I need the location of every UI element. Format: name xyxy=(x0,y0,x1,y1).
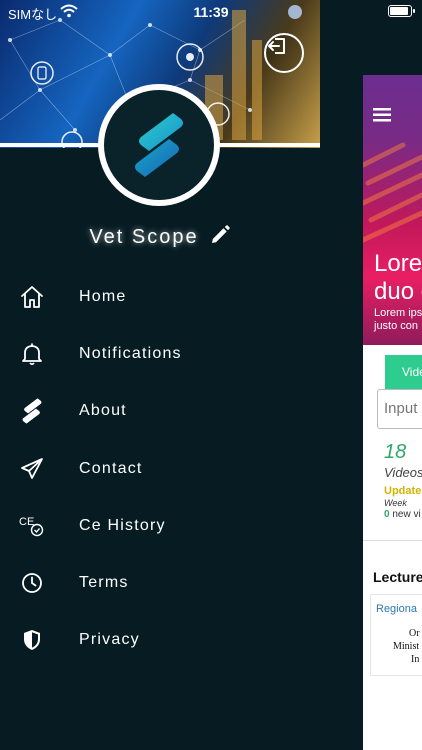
menu-item-label: Home xyxy=(79,287,127,305)
menu-item-home[interactable]: Home xyxy=(0,268,320,325)
user-name: Vet Scope xyxy=(89,226,199,248)
tab-videos[interactable]: Vide xyxy=(385,355,422,389)
clock: 11:39 xyxy=(193,4,229,20)
app-logo-icon xyxy=(18,397,46,425)
paper-plane-icon xyxy=(18,455,46,483)
menu-item-label: Terms xyxy=(79,574,129,592)
menu-item-notifications[interactable]: Notifications xyxy=(0,325,320,382)
section-title: Lecture xyxy=(373,569,422,585)
menu-item-terms[interactable]: Terms xyxy=(0,554,320,611)
week-label: Week xyxy=(384,498,407,508)
videos-label: Videos xyxy=(384,465,422,480)
new-videos: 0 new vi xyxy=(384,509,421,520)
shield-icon xyxy=(18,626,46,654)
menu-item-privacy[interactable]: Privacy xyxy=(0,612,320,669)
divider xyxy=(363,540,422,541)
avatar[interactable] xyxy=(104,90,214,200)
home-icon xyxy=(18,283,46,311)
hero-subtitle: Lorem ips justo con xyxy=(374,307,422,332)
lecture-card-title: Regiona xyxy=(376,603,417,615)
background-app-screen: Lorem duo e Lorem ips justo con Vide Inp… xyxy=(363,75,422,750)
menu-item-label: Notifications xyxy=(79,344,182,362)
logout-button[interactable] xyxy=(264,33,304,73)
menu-item-contact[interactable]: Contact xyxy=(0,440,320,497)
update-label: Update xyxy=(384,485,422,497)
bell-icon xyxy=(18,340,46,368)
menu-item-label: Privacy xyxy=(79,631,140,649)
pencil-icon xyxy=(211,225,230,243)
menu-item-label: Contact xyxy=(79,459,143,477)
side-drawer: Vet Scope Home Notifications About Conta… xyxy=(0,0,320,750)
logout-icon xyxy=(268,38,285,54)
ce-history-icon: CE xyxy=(18,512,46,540)
drawer-menu: Home Notifications About Contact CE Ce H… xyxy=(0,268,320,669)
app-logo-icon xyxy=(135,113,183,177)
menu-item-ce-history[interactable]: CE Ce History xyxy=(0,497,320,554)
svg-text:CE: CE xyxy=(19,516,34,528)
clock-icon xyxy=(18,569,46,597)
battery-icon xyxy=(388,5,415,17)
lecture-card-text: Or xyxy=(409,628,420,639)
hero-title: Lorem duo e xyxy=(374,250,422,305)
menu-item-about[interactable]: About xyxy=(0,383,320,440)
edit-profile-button[interactable] xyxy=(209,224,231,251)
user-name-row: Vet Scope xyxy=(0,224,320,251)
menu-item-label: Ce History xyxy=(79,516,166,534)
status-bar: SIMなし 11:39 xyxy=(0,0,422,24)
videos-count: 18 xyxy=(384,441,407,463)
lecture-card-text: In xyxy=(411,654,420,665)
hamburger-menu-icon[interactable] xyxy=(373,108,391,127)
lecture-card-text: Minist xyxy=(393,641,420,652)
search-input[interactable]: Input k xyxy=(377,389,422,429)
menu-item-label: About xyxy=(79,402,127,420)
